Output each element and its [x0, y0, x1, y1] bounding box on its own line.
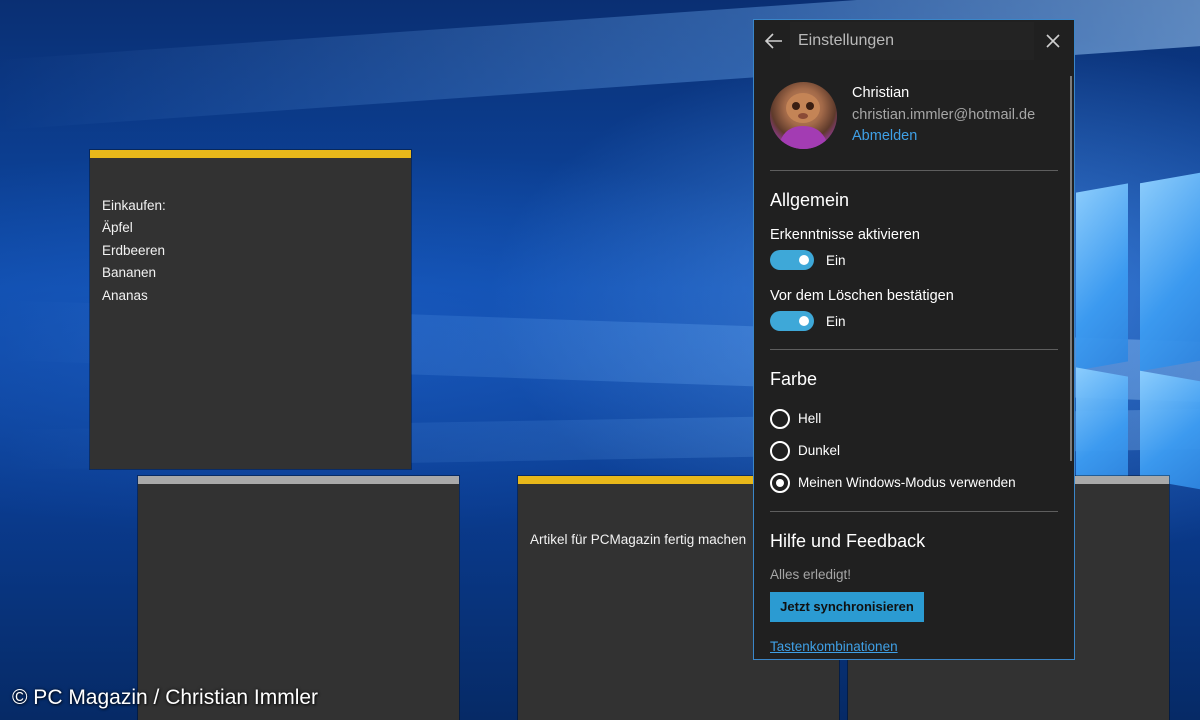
settings-title: Einstellungen	[790, 22, 1034, 60]
windows-logo-pane	[1076, 367, 1128, 487]
windows-logo-pane	[1140, 172, 1200, 372]
sync-now-button[interactable]: Jetzt synchronisieren	[770, 592, 924, 622]
note-line	[102, 172, 411, 195]
section-title-help: Hilfe und Feedback	[770, 531, 926, 551]
note-line: Ananas	[102, 287, 148, 303]
confirm-delete-label: Vor dem Löschen bestätigen	[770, 288, 954, 304]
radio-circle	[770, 409, 790, 429]
note-line: Bananen	[102, 265, 157, 280]
radio-label: Hell	[798, 411, 822, 426]
avatar	[770, 82, 837, 149]
divider	[770, 170, 1058, 171]
section-title-color: Farbe	[770, 369, 818, 389]
radio-dot	[776, 479, 784, 487]
settings-panel: Einstellungen Christian christian.immler…	[753, 19, 1075, 660]
insights-state: Ein	[826, 253, 846, 268]
signout-link[interactable]: Abmelden	[852, 128, 917, 144]
scrollbar[interactable]	[1070, 76, 1072, 461]
radio-label: Dunkel	[798, 443, 841, 458]
windows-logo-pane	[1076, 183, 1128, 371]
sticky-note-empty[interactable]	[138, 476, 459, 720]
note-line: Äpfel	[102, 220, 133, 235]
insights-toggle[interactable]	[770, 250, 814, 270]
section-title-general: Allgemein	[770, 190, 850, 210]
account-name: Christian	[852, 85, 910, 101]
windows-logo-pane	[1140, 370, 1200, 490]
toggle-knob	[799, 255, 809, 265]
divider	[770, 511, 1058, 512]
insights-label: Erkenntnisse aktivieren	[770, 227, 920, 243]
toggle-knob	[799, 316, 809, 326]
radio-circle-selected	[770, 473, 790, 493]
sticky-note-shopping[interactable]: Einkaufen: Äpfel Erdbeeren Bananen Anana…	[90, 150, 411, 469]
note-line: Einkaufen:	[102, 197, 166, 213]
arrow-left-icon[interactable]	[762, 28, 788, 54]
note-line: Erdbeeren	[102, 242, 166, 258]
settings-titlebar: Einstellungen	[754, 20, 1074, 62]
radio-label: Meinen Windows-Modus verwenden	[798, 475, 1016, 490]
radio-circle	[770, 441, 790, 461]
divider	[770, 349, 1058, 350]
close-icon[interactable]	[1040, 28, 1066, 54]
confirm-delete-state: Ein	[826, 314, 846, 329]
copyright-watermark: © PC Magazin / Christian Immler	[12, 686, 319, 709]
radio-dark[interactable]: Dunkel	[770, 441, 1050, 463]
keyboard-shortcuts-link[interactable]: Tastenkombinationen	[770, 639, 898, 654]
radio-windows-mode[interactable]: Meinen Windows-Modus verwenden	[770, 473, 1050, 495]
account-section: Christian christian.immler@hotmail.de Ab…	[770, 82, 1060, 152]
confirm-delete-toggle[interactable]	[770, 311, 814, 331]
account-email: christian.immler@hotmail.de	[852, 107, 1036, 123]
radio-light[interactable]: Hell	[770, 409, 1050, 431]
sync-status: Alles erledigt!	[770, 567, 852, 582]
